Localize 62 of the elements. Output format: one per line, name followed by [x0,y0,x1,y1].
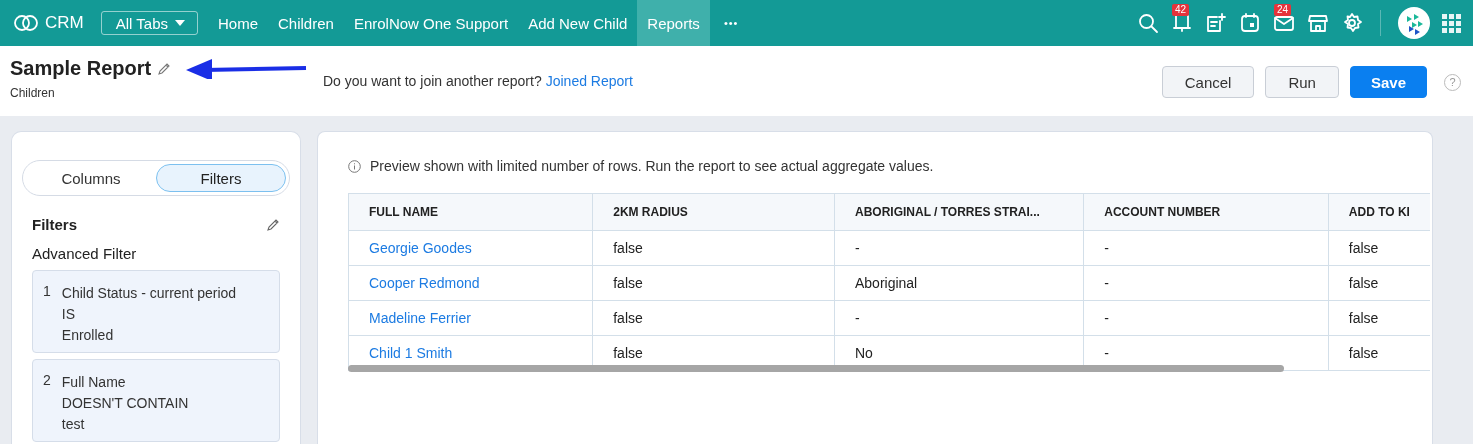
filter-field: Full Name [61,372,189,393]
filter-number: 1 [43,283,51,301]
settings-icon[interactable] [1341,12,1363,34]
action-button[interactable]: Run [1265,66,1339,98]
filter-number: 2 [43,372,51,390]
record-link[interactable]: Madeline Ferrier [369,310,471,326]
column-header[interactable]: ACCOUNT NUMBER [1083,193,1329,231]
table-cell: - [834,300,1084,336]
count-badge: 24 [1274,4,1292,16]
calendar-icon[interactable] [1239,12,1261,34]
nav-tab[interactable]: Children [268,0,344,46]
app-name: CRM [45,13,84,33]
join-prompt: Do you want to join another report? [323,73,542,89]
table-cell: - [1083,265,1329,301]
search-icon[interactable] [1137,12,1159,34]
table-cell: false [592,300,835,336]
save-button[interactable]: Save [1349,66,1427,98]
pencil-icon[interactable] [157,61,172,76]
info-icon [348,159,361,173]
avatar-icon[interactable] [1398,7,1430,39]
filter-operator: IS [61,305,77,324]
app-grid-icon[interactable] [1442,13,1461,33]
filter-card[interactable]: 2 Full Name DOESN'T CONTAIN test [32,359,280,442]
table-cell: - [834,230,1084,266]
record-link[interactable]: Child 1 Smith [369,345,453,361]
toggle-tab[interactable]: Columns [26,164,156,192]
column-header[interactable]: FULL NAME [348,193,593,231]
toggle-tab[interactable]: Filters [156,164,286,192]
logo-icon [13,14,39,32]
record-link[interactable]: Georgie Goodes [369,240,472,256]
nav-tab[interactable]: Add New Child [518,0,638,46]
filters-heading: Filters [32,216,77,233]
joined-report-link[interactable]: Joined Report [545,73,633,89]
table-cell: false [592,265,835,301]
nav-tab[interactable]: Home [208,0,268,46]
table-cell: - [1083,230,1329,266]
count-badge: 42 [1172,4,1190,16]
report-title: Sample Report [10,57,152,80]
filter-value: Enrolled [61,326,115,345]
nav-tab[interactable]: EnrolNow One Support [343,0,519,46]
all-tabs-dropdown[interactable]: All Tabs [100,11,198,35]
store-icon[interactable] [1307,12,1329,34]
table-cell: Aboriginal [834,265,1084,301]
preview-notice: Preview shown with limited number of rows. Run the report to see actual aggregate values. [370,158,934,174]
more-menu[interactable]: ••• [709,17,753,29]
table-cell: - [1083,300,1329,336]
column-header[interactable]: ADD TO KI [1328,193,1430,231]
note-add-icon[interactable] [1205,12,1227,34]
table-cell: false [592,230,835,266]
column-header[interactable]: 2KM RADIUS [592,193,835,231]
scrollbar[interactable] [348,365,1284,372]
module-label: Children [10,86,56,100]
caret-icon [175,20,185,26]
filter-field: Child Status - current period [61,283,237,304]
action-button[interactable]: Cancel [1161,66,1255,98]
filter-card[interactable]: 1 Child Status - current period IS Enrolled [32,270,280,353]
column-header[interactable]: ABORIGINAL / TORRES STRAI... [834,193,1084,231]
pencil-icon[interactable] [266,217,280,232]
advanced-filter-label: Advanced Filter [31,244,138,264]
filter-operator: DOESN'T CONTAIN [61,394,189,413]
nav-tab[interactable]: Reports [637,0,710,46]
filter-value: test [61,415,86,434]
